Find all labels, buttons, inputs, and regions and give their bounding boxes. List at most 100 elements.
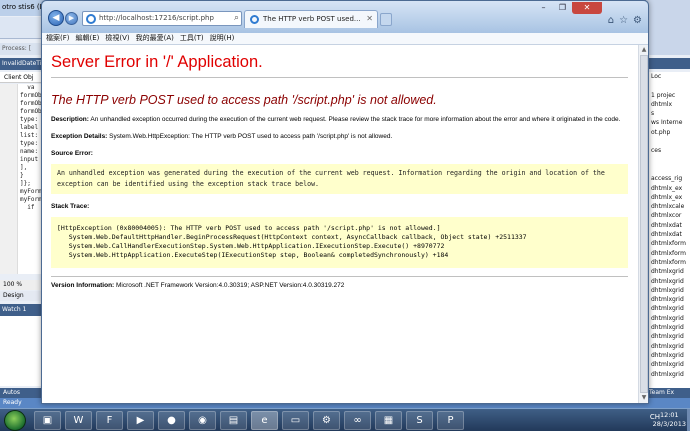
- solution-file-item[interactable]: dhtmlxform: [646, 258, 690, 267]
- exception-label: Exception Details:: [51, 133, 108, 140]
- solution-file-item[interactable]: dhtmlxgrid: [646, 295, 690, 304]
- window-caption-buttons: – ❐ ✕: [534, 2, 602, 14]
- taskbar-app-iis-icon[interactable]: ▦: [375, 411, 402, 430]
- solution-file-item[interactable]: dhtmlxcale: [646, 202, 690, 211]
- new-tab-button[interactable]: [380, 13, 392, 26]
- solution-file-item[interactable]: dhtmlxgrid: [646, 314, 690, 323]
- scroll-down-icon[interactable]: ▼: [640, 394, 648, 402]
- solution-file-item[interactable]: dhtmlx: [646, 100, 690, 109]
- ide-autos-tab[interactable]: Autos: [0, 388, 47, 398]
- taskbar-app-word-icon[interactable]: W: [65, 411, 92, 430]
- taskbar-app-skype-icon[interactable]: S: [406, 411, 433, 430]
- start-button[interactable]: [4, 410, 26, 431]
- solution-file-item[interactable]: ws Interne: [646, 118, 690, 127]
- ide-code-gutter: [0, 84, 18, 274]
- menu-item[interactable]: 編輯(E): [76, 34, 100, 42]
- solution-file-item[interactable]: dhtmlxgrid: [646, 342, 690, 351]
- address-url[interactable]: http://localhost:17216/script.php: [99, 14, 214, 22]
- menu-item[interactable]: 檢視(V): [105, 34, 129, 42]
- browser-chrome: ◀ ▶ http://localhost:17216/script.php ⌕ …: [42, 1, 648, 33]
- solution-file-item[interactable]: [646, 165, 690, 174]
- solution-file-item[interactable]: 1 projec: [646, 91, 690, 100]
- taskbar-app-visual-studio-icon[interactable]: ▣: [34, 411, 61, 430]
- taskbar-app-filezilla-icon[interactable]: F: [96, 411, 123, 430]
- maximize-icon[interactable]: ❐: [553, 2, 572, 14]
- minimize-icon[interactable]: –: [534, 2, 553, 14]
- solution-file-item[interactable]: ces: [646, 146, 690, 155]
- solution-file-item[interactable]: [646, 137, 690, 146]
- solution-file-item[interactable]: Loc: [646, 72, 690, 81]
- taskbar-app-ie-icon[interactable]: e: [251, 411, 278, 430]
- solution-file-item[interactable]: [646, 81, 690, 90]
- solution-file-item[interactable]: dhtmlx_ex: [646, 193, 690, 202]
- ide-code-editor[interactable]: va formOb formOb formOb type: label list: type:…: [0, 84, 47, 274]
- ie-icon: [86, 14, 96, 24]
- back-button[interactable]: ◀: [48, 10, 64, 26]
- vertical-scrollbar[interactable]: ▲ ▼: [638, 45, 648, 403]
- forward-button[interactable]: ▶: [65, 12, 78, 25]
- ide-watch-panel[interactable]: [0, 316, 47, 386]
- menu-item[interactable]: 工具(T): [180, 34, 204, 42]
- solution-file-item[interactable]: dhtmlxform: [646, 249, 690, 258]
- tab-title: The HTTP verb POST used...: [263, 15, 361, 23]
- team-explorer-tab[interactable]: Team Ex: [646, 388, 690, 398]
- solution-file-item[interactable]: s: [646, 109, 690, 118]
- solution-file-item[interactable]: ot.php: [646, 128, 690, 137]
- taskbar-app-settings-icon[interactable]: ⚙: [313, 411, 340, 430]
- source-error-box: An unhandled exception was generated dur…: [51, 164, 628, 194]
- menu-item[interactable]: 說明(H): [210, 34, 235, 42]
- taskbar-app-photoshop-icon[interactable]: P: [437, 411, 464, 430]
- taskbar-clock[interactable]: 12:01 28/3/2013: [653, 411, 686, 429]
- taskbar-app-media-icon[interactable]: ▶: [127, 411, 154, 430]
- stack-trace-heading: Stack Trace:: [51, 202, 628, 211]
- tab-favicon-icon: [250, 15, 259, 24]
- home-icon[interactable]: ⌂: [608, 15, 614, 26]
- ide-toolbar[interactable]: [0, 17, 47, 39]
- ide-client-objects-dropdown[interactable]: Client Obj: [0, 72, 47, 83]
- solution-file-item[interactable]: dhtmlxdat: [646, 230, 690, 239]
- solution-file-item[interactable]: [646, 156, 690, 165]
- solution-file-item[interactable]: dhtmlx_ex: [646, 184, 690, 193]
- ide-document-tab[interactable]: InvalidDateTi: [0, 58, 47, 70]
- ide-left-panel: otro stis6 (Runni Process: [ InvalidDate…: [0, 0, 47, 406]
- close-icon[interactable]: ✕: [572, 2, 602, 14]
- search-icon[interactable]: ⌕: [234, 13, 239, 23]
- solution-file-item[interactable]: dhtmlxform: [646, 239, 690, 248]
- solution-file-item[interactable]: dhtmlxgrid: [646, 277, 690, 286]
- menu-item[interactable]: 我的最愛(A): [136, 34, 174, 42]
- source-error-heading: Source Error:: [51, 149, 628, 158]
- solution-file-item[interactable]: dhtmlxgrid: [646, 370, 690, 379]
- browser-tab[interactable]: The HTTP verb POST used... ✕: [244, 10, 378, 28]
- solution-file-item[interactable]: dhtmlxcor: [646, 211, 690, 220]
- ide-design-tab[interactable]: Design: [0, 291, 47, 301]
- taskbar-app-explorer-icon[interactable]: ▤: [220, 411, 247, 430]
- solution-file-item[interactable]: dhtmlxgrid: [646, 323, 690, 332]
- solution-file-item[interactable]: dhtmlxdat: [646, 221, 690, 230]
- taskbar-app-vs-icon[interactable]: ∞: [344, 411, 371, 430]
- solution-file-item[interactable]: dhtmlxgrid: [646, 332, 690, 341]
- solution-file-item[interactable]: dhtmlxgrid: [646, 304, 690, 313]
- tab-close-icon[interactable]: ✕: [366, 14, 373, 23]
- solution-file-item[interactable]: dhtmlxgrid: [646, 360, 690, 369]
- ide-right-tab[interactable]: [646, 58, 690, 69]
- scroll-up-icon[interactable]: ▲: [640, 46, 648, 54]
- solution-file-item[interactable]: dhtmlxgrid: [646, 267, 690, 276]
- ide-watch-panel-title[interactable]: Watch 1: [0, 304, 47, 316]
- menu-item[interactable]: 檔案(F): [46, 34, 70, 42]
- taskbar-app-firefox-icon[interactable]: ●: [158, 411, 185, 430]
- solution-file-item[interactable]: access_rig: [646, 174, 690, 183]
- taskbar-app-chrome-icon[interactable]: ◉: [189, 411, 216, 430]
- ide-process-label[interactable]: Process: [: [0, 43, 47, 55]
- address-bar[interactable]: http://localhost:17216/script.php ⌕: [82, 11, 242, 26]
- error-subtitle: The HTTP verb POST used to access path '…: [51, 93, 437, 107]
- menu-bar: 檔案(F) 編輯(E) 檢視(V) 我的最愛(A) 工具(T) 說明(H): [42, 33, 648, 45]
- clock-date: 28/3/2013: [652, 420, 686, 428]
- taskbar-app-terminal-icon[interactable]: ▭: [282, 411, 309, 430]
- scrollbar-thumb[interactable]: [640, 55, 648, 393]
- gear-icon[interactable]: ⚙: [633, 15, 642, 26]
- solution-file-item[interactable]: dhtmlxgrid: [646, 351, 690, 360]
- solution-file-item[interactable]: dhtmlxgrid: [646, 286, 690, 295]
- footer-divider: [51, 276, 628, 277]
- favorites-star-icon[interactable]: ☆: [619, 15, 628, 26]
- ide-zoom-level[interactable]: 100 %: [0, 280, 47, 290]
